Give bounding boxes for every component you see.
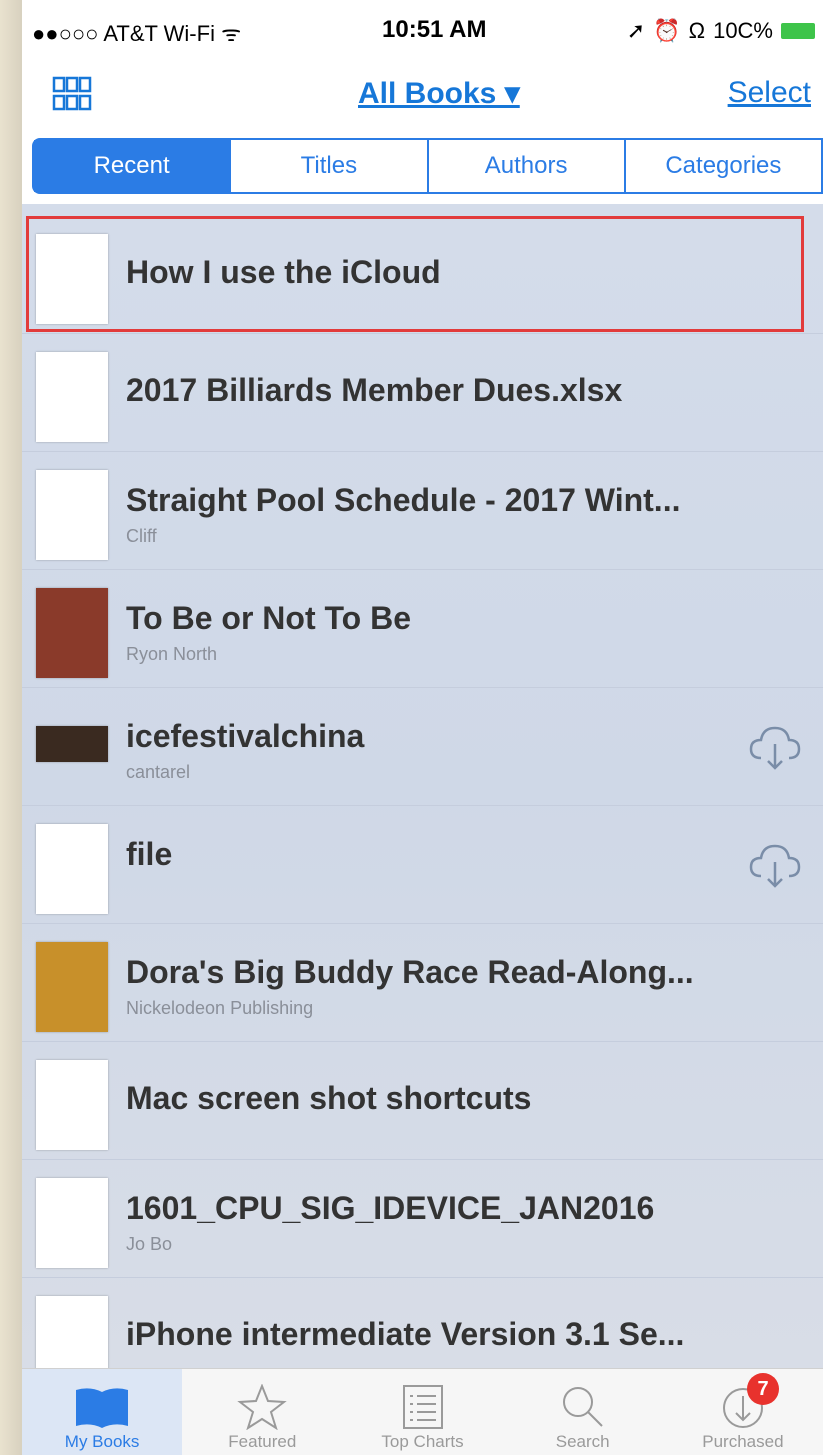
book-cover — [36, 726, 108, 762]
list-item[interactable]: file — [22, 806, 823, 924]
list-item[interactable]: How I use the iCloud — [22, 216, 823, 334]
book-title: Straight Pool Schedule - 2017 Wint... — [126, 482, 681, 518]
page-edge — [0, 0, 22, 1455]
list-item[interactable]: 1601_CPU_SIG_IDEVICE_JAN2016 Jo Bo — [22, 1160, 823, 1278]
tab-label: Search — [555, 1432, 610, 1451]
book-cover — [36, 1060, 108, 1150]
status-right: ➚ ⏰ Ω 10C% — [627, 18, 815, 44]
headphones-icon: Ω — [688, 18, 706, 43]
book-cover — [36, 470, 108, 560]
book-cover — [36, 352, 108, 442]
cloud-download-icon[interactable] — [747, 840, 803, 890]
book-cover — [36, 1296, 108, 1369]
book-title: file — [126, 836, 173, 872]
star-icon — [237, 1384, 288, 1430]
book-title: icefestivalchina — [126, 718, 365, 754]
list-item[interactable]: icefestivalchina cantarel — [22, 688, 823, 806]
list-icon — [402, 1385, 443, 1429]
purchased-badge: 7 — [747, 1373, 780, 1405]
list-item[interactable]: iPhone intermediate Version 3.1 Se... — [22, 1278, 823, 1369]
tab-label: Purchased — [702, 1432, 784, 1451]
list-item[interactable]: Dora's Big Buddy Race Read-Along... Nick… — [22, 924, 823, 1042]
book-title: 2017 Billiards Member Dues.xlsx — [126, 372, 623, 408]
carrier-label: ●●○○○ AT&T Wi-Fi ᯤ — [32, 21, 242, 46]
sort-segmented-control: Recent Titles Authors Categories — [32, 138, 823, 194]
phone-screen: ●●○○○ AT&T Wi-Fi ᯤ 10:51 AM ➚ ⏰ Ω 10C% A… — [22, 0, 823, 1455]
tab-search[interactable]: Search — [503, 1369, 663, 1455]
list-item[interactable]: 2017 Billiards Member Dues.xlsx — [22, 334, 823, 452]
book-author: Nickelodeon Publishing — [126, 998, 314, 1018]
segment-authors[interactable]: Authors — [429, 140, 626, 192]
book-title: To Be or Not To Be — [126, 600, 412, 636]
grid-view-icon[interactable] — [52, 76, 92, 112]
segment-titles[interactable]: Titles — [231, 140, 429, 192]
book-title: iPhone intermediate Version 3.1 Se... — [126, 1316, 685, 1352]
segment-recent[interactable]: Recent — [34, 140, 232, 192]
tab-my-books[interactable]: My Books — [22, 1369, 183, 1455]
book-title: 1601_CPU_SIG_IDEVICE_JAN2016 — [126, 1190, 655, 1226]
search-icon — [562, 1387, 603, 1427]
segment-categories[interactable]: Categories — [626, 140, 823, 192]
list-item[interactable]: To Be or Not To Be Ryon North — [22, 570, 823, 688]
alarm-icon: ⏰ — [653, 18, 681, 43]
battery-label: 10C% — [713, 18, 773, 43]
battery-icon — [781, 23, 815, 39]
book-author: Jo Bo — [126, 1234, 173, 1254]
nav-bar: All Books ▾ Select — [22, 62, 823, 130]
book-icon — [76, 1388, 129, 1428]
tab-top-charts[interactable]: Top Charts — [342, 1369, 502, 1455]
book-cover — [36, 588, 108, 678]
select-button[interactable]: Select — [728, 76, 811, 110]
list-item[interactable]: Straight Pool Schedule - 2017 Wint... Cl… — [22, 452, 823, 570]
book-title: Dora's Big Buddy Race Read-Along... — [126, 954, 694, 990]
tab-label: My Books — [64, 1432, 140, 1451]
status-bar: ●●○○○ AT&T Wi-Fi ᯤ 10:51 AM ➚ ⏰ Ω 10C% — [22, 0, 823, 62]
book-cover — [36, 824, 108, 914]
book-cover — [36, 942, 108, 1032]
cloud-download-icon[interactable] — [747, 722, 803, 772]
book-author: cantarel — [126, 762, 191, 782]
tab-label: Top Charts — [381, 1432, 464, 1451]
tab-featured[interactable]: Featured — [182, 1369, 342, 1455]
tab-purchased[interactable]: Purchased 7 — [663, 1369, 823, 1455]
location-icon: ➚ — [626, 18, 646, 43]
clock: 10:51 AM — [382, 16, 487, 43]
all-books-dropdown[interactable]: All Books ▾ — [358, 76, 520, 111]
list-item[interactable]: Mac screen shot shortcuts — [22, 1042, 823, 1160]
book-cover — [36, 1178, 108, 1268]
book-author: Ryon North — [126, 644, 218, 664]
book-title: How I use the iCloud — [126, 254, 441, 290]
book-author: Cliff — [126, 526, 157, 546]
tab-label: Featured — [228, 1432, 297, 1451]
book-list: How I use the iCloud 2017 Billiards Memb… — [22, 204, 823, 1369]
book-cover — [36, 234, 108, 324]
book-title: Mac screen shot shortcuts — [126, 1080, 532, 1116]
tab-bar: My Books Featured Top Charts Search Purc… — [22, 1368, 823, 1455]
